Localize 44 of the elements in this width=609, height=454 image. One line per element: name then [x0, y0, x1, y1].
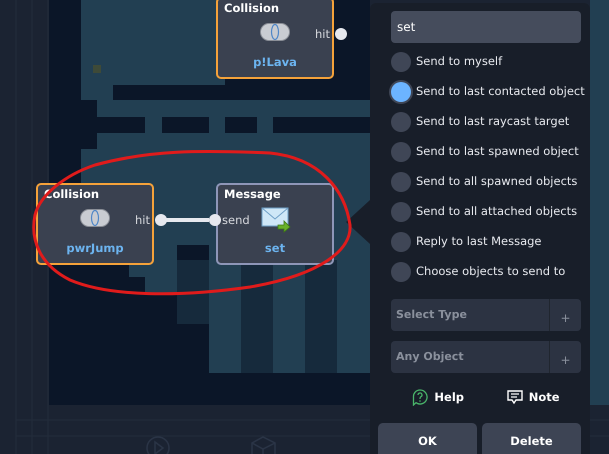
radio-button[interactable]: [391, 142, 411, 162]
radio-button[interactable]: [391, 82, 411, 102]
node-label: set: [264, 240, 286, 257]
radio-button[interactable]: [391, 232, 411, 252]
port-handle[interactable]: [335, 28, 347, 40]
message-node[interactable]: Message send set: [216, 183, 334, 265]
option-label: Send to all attached objects: [416, 203, 578, 220]
message-name-field[interactable]: set: [391, 11, 581, 43]
help-icon: [412, 389, 428, 406]
option-label: Send to last spawned object: [416, 143, 579, 160]
port-handle[interactable]: [209, 214, 221, 226]
option-label: Send to last raycast target: [416, 113, 570, 130]
dropdown-field[interactable]: Select Type +: [391, 299, 581, 331]
option-label: Choose objects to send to: [416, 263, 566, 280]
port-label: hit: [135, 212, 150, 229]
node-label: pwrJump: [65, 240, 125, 257]
node-title: Collision: [224, 0, 280, 17]
help-link[interactable]: Help: [412, 389, 464, 406]
small-tile: [93, 65, 101, 73]
ok-button[interactable]: OK: [378, 423, 477, 454]
option-label: Send to all spawned objects: [416, 173, 578, 190]
radio-button[interactable]: [391, 262, 411, 282]
envelope-icon: [261, 207, 291, 233]
option-label: Send to myself: [416, 53, 502, 70]
node-label: p!Lava: [252, 54, 298, 71]
radio-button[interactable]: [391, 52, 411, 72]
radio-button[interactable]: [391, 202, 411, 222]
collision-icon: [80, 209, 110, 227]
node-title: Message: [224, 186, 281, 203]
port-handle[interactable]: [155, 214, 167, 226]
option-label: Send to last contacted object: [416, 83, 585, 100]
option-label: Reply to last Message: [416, 233, 542, 250]
port-label: hit: [315, 26, 330, 43]
note-link[interactable]: Note: [506, 389, 560, 406]
dropdown-field[interactable]: Any Object +: [391, 341, 581, 373]
collision-icon: [260, 23, 290, 41]
add-button[interactable]: +: [549, 341, 581, 373]
radio-button[interactable]: [391, 112, 411, 132]
note-icon: [506, 390, 523, 406]
collision-node[interactable]: Collision hit p!Lava: [216, 0, 334, 79]
port-label: send: [222, 212, 250, 229]
delete-button[interactable]: Delete: [482, 423, 581, 454]
radio-button[interactable]: [391, 172, 411, 192]
add-button[interactable]: +: [549, 299, 581, 331]
